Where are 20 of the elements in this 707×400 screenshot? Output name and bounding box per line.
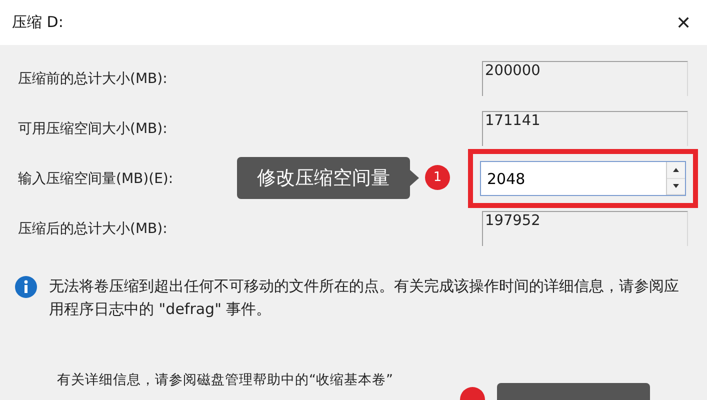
readonly-field: 200000 <box>482 61 688 96</box>
readonly-field: 171141 <box>482 111 688 146</box>
up-caret-icon <box>673 168 679 172</box>
field-label: 输入压缩空间量(MB)(E): <box>18 170 174 188</box>
field-label: 可用压缩空间大小(MB): <box>18 120 168 138</box>
field-label: 压缩前的总计大小(MB): <box>18 70 168 88</box>
number-input[interactable]: 2048 <box>481 162 666 195</box>
up-arrow-button[interactable] <box>667 162 685 178</box>
field-label: 压缩后的总计大小(MB): <box>18 220 168 238</box>
close-button[interactable]: ✕ <box>672 12 695 34</box>
help-text: 有关详细信息，请参阅磁盘管理帮助中的“收缩基本卷” <box>57 371 393 389</box>
info-icon <box>15 276 37 298</box>
down-arrow-button[interactable] <box>667 178 685 195</box>
spin-box[interactable]: 2048 <box>480 161 686 196</box>
step-badge: 1 <box>425 165 450 190</box>
window-title: 压缩 D: <box>12 13 64 32</box>
info-text: 无法将卷压缩到超出任何不可移动的文件所在的点。有关完成该操作时间的详细信息，请参阅应用程序日志中的 "defrag" 事件。 <box>49 276 680 320</box>
down-caret-icon <box>673 184 679 188</box>
readonly-field: 197952 <box>482 211 688 246</box>
callout-label: 修改压缩空间量 <box>237 157 419 199</box>
